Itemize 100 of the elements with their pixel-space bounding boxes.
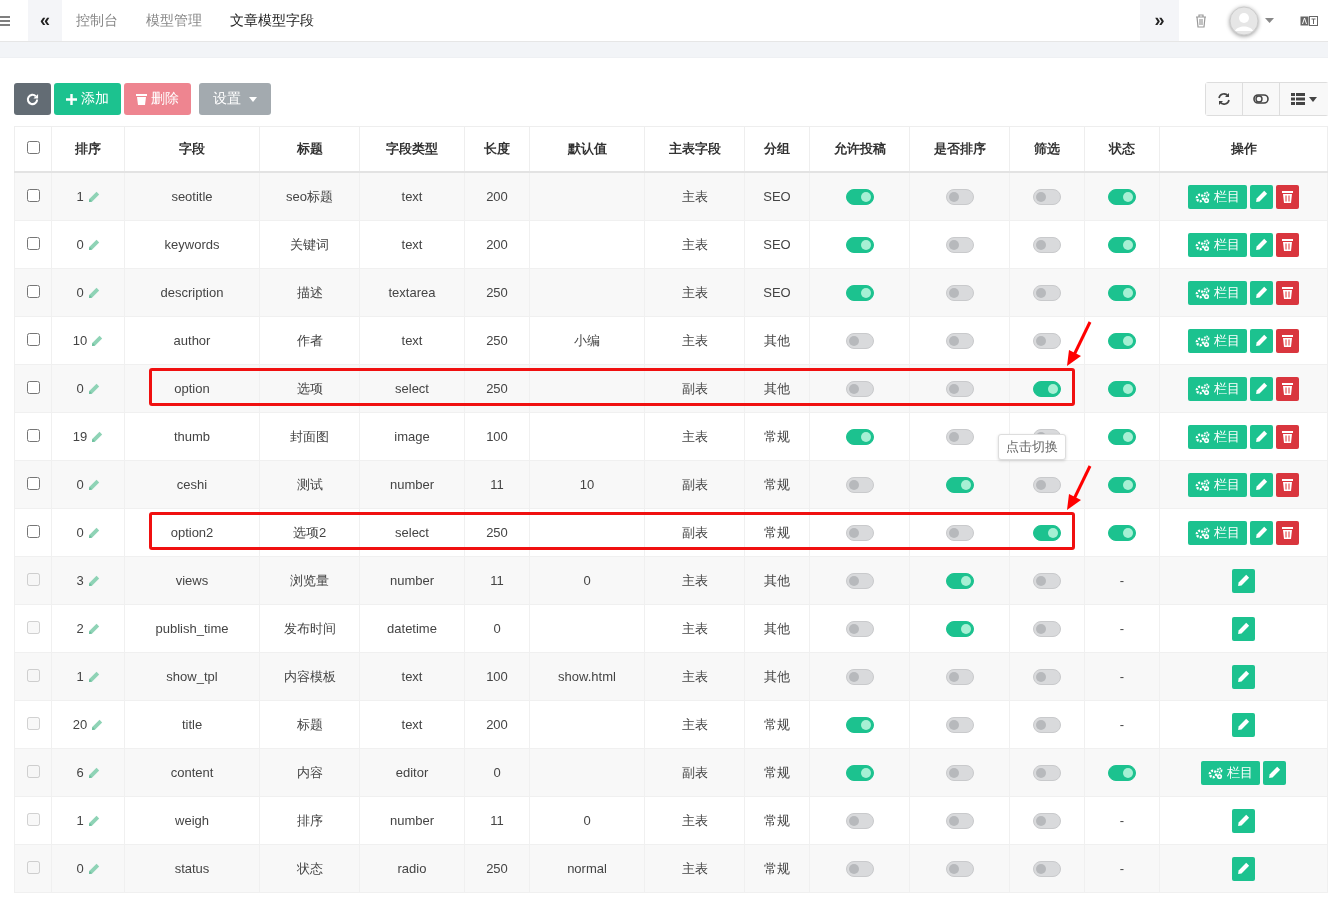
toggle-switch[interactable] bbox=[1033, 380, 1061, 397]
toggle-switch[interactable] bbox=[945, 428, 974, 445]
refresh-button[interactable] bbox=[1206, 83, 1243, 115]
expand-button[interactable]: » bbox=[1140, 0, 1179, 41]
columns-button[interactable] bbox=[1280, 83, 1328, 115]
columns-button[interactable]: 栏目 bbox=[1188, 280, 1247, 305]
columns-button[interactable]: 栏目 bbox=[1188, 328, 1247, 353]
delete-button[interactable] bbox=[1276, 520, 1299, 545]
toggle-switch[interactable] bbox=[1108, 428, 1136, 445]
pencil-icon[interactable] bbox=[87, 478, 100, 491]
translate-icon[interactable] bbox=[1300, 15, 1318, 26]
pencil-icon[interactable] bbox=[87, 286, 100, 299]
toggle-switch[interactable] bbox=[1033, 236, 1061, 253]
collapse-button[interactable]: « bbox=[28, 0, 62, 41]
delete-button[interactable] bbox=[1276, 328, 1299, 353]
select-all-checkbox[interactable] bbox=[26, 141, 40, 154]
edit-button[interactable] bbox=[1232, 616, 1255, 641]
add-button[interactable]: 添加 bbox=[54, 83, 121, 115]
edit-button[interactable] bbox=[1250, 280, 1273, 305]
row-checkbox[interactable] bbox=[26, 380, 40, 394]
delete-button[interactable] bbox=[1276, 424, 1299, 449]
pencil-icon[interactable] bbox=[87, 622, 100, 635]
pencil-icon[interactable] bbox=[91, 430, 104, 443]
delete-button[interactable] bbox=[1276, 184, 1299, 209]
pencil-icon[interactable] bbox=[91, 334, 104, 347]
toggle-switch[interactable] bbox=[945, 284, 974, 301]
toggle-switch[interactable] bbox=[1033, 188, 1061, 205]
toggle-switch[interactable] bbox=[845, 236, 874, 253]
nav-tab[interactable]: 模型管理 bbox=[132, 0, 216, 41]
columns-button[interactable]: 栏目 bbox=[1188, 424, 1247, 449]
edit-button[interactable] bbox=[1250, 472, 1273, 497]
row-checkbox[interactable] bbox=[26, 524, 40, 538]
toggle-switch[interactable] bbox=[1108, 380, 1136, 397]
toggle-switch[interactable] bbox=[945, 236, 974, 253]
toggle-switch[interactable] bbox=[845, 476, 874, 493]
settings-button[interactable]: 设置 bbox=[199, 83, 271, 115]
pencil-icon[interactable] bbox=[87, 814, 100, 827]
edit-button[interactable] bbox=[1232, 712, 1255, 737]
edit-button[interactable] bbox=[1232, 568, 1255, 593]
row-checkbox[interactable] bbox=[26, 476, 40, 490]
columns-button[interactable]: 栏目 bbox=[1188, 376, 1247, 401]
toggle-switch[interactable] bbox=[945, 476, 974, 493]
pencil-icon[interactable] bbox=[87, 526, 100, 539]
edit-button[interactable] bbox=[1263, 760, 1286, 785]
toggle-switch[interactable] bbox=[1033, 524, 1061, 541]
toggle-view-button[interactable] bbox=[1243, 83, 1280, 115]
toggle-switch[interactable] bbox=[1033, 476, 1061, 493]
toggle-switch[interactable] bbox=[1033, 284, 1061, 301]
edit-button[interactable] bbox=[1232, 808, 1255, 833]
delete-button[interactable] bbox=[1276, 376, 1299, 401]
columns-button[interactable]: 栏目 bbox=[1188, 232, 1247, 257]
row-checkbox[interactable] bbox=[26, 188, 40, 202]
pencil-icon[interactable] bbox=[87, 862, 100, 875]
refresh-button[interactable] bbox=[14, 83, 51, 115]
nav-tab[interactable]: 文章模型字段 bbox=[216, 0, 328, 41]
delete-button[interactable] bbox=[1276, 280, 1299, 305]
row-checkbox[interactable] bbox=[26, 428, 40, 442]
toggle-switch[interactable] bbox=[845, 524, 874, 541]
pencil-icon[interactable] bbox=[87, 382, 100, 395]
edit-button[interactable] bbox=[1250, 184, 1273, 209]
edit-button[interactable] bbox=[1250, 376, 1273, 401]
toggle-switch[interactable] bbox=[945, 332, 974, 349]
pencil-icon[interactable] bbox=[87, 670, 100, 683]
row-checkbox[interactable] bbox=[26, 284, 40, 298]
toggle-switch[interactable] bbox=[1108, 476, 1136, 493]
columns-button[interactable]: 栏目 bbox=[1188, 184, 1247, 209]
nav-tab[interactable]: 控制台 bbox=[62, 0, 132, 41]
edit-button[interactable] bbox=[1232, 664, 1255, 689]
toggle-switch[interactable] bbox=[1108, 188, 1136, 205]
edit-button[interactable] bbox=[1250, 232, 1273, 257]
pencil-icon[interactable] bbox=[87, 574, 100, 587]
toggle-switch[interactable] bbox=[845, 284, 874, 301]
toggle-switch[interactable] bbox=[845, 380, 874, 397]
delete-button[interactable] bbox=[1276, 472, 1299, 497]
pencil-icon[interactable] bbox=[87, 190, 100, 203]
toggle-switch[interactable] bbox=[845, 332, 874, 349]
toggle-switch[interactable] bbox=[1108, 524, 1136, 541]
row-checkbox[interactable] bbox=[26, 332, 40, 346]
toggle-switch[interactable] bbox=[1108, 284, 1136, 301]
pencil-icon[interactable] bbox=[87, 766, 100, 779]
trash-icon[interactable] bbox=[1195, 13, 1207, 28]
pencil-icon[interactable] bbox=[87, 238, 100, 251]
toggle-switch[interactable] bbox=[945, 524, 974, 541]
row-checkbox[interactable] bbox=[26, 236, 40, 250]
edit-button[interactable] bbox=[1232, 856, 1255, 881]
avatar-icon[interactable] bbox=[1229, 5, 1259, 36]
edit-button[interactable] bbox=[1250, 424, 1273, 449]
columns-button[interactable]: 栏目 bbox=[1188, 520, 1247, 545]
menu-icon[interactable] bbox=[0, 14, 10, 27]
toggle-switch[interactable] bbox=[945, 380, 974, 397]
toggle-switch[interactable] bbox=[1108, 332, 1136, 349]
toggle-switch[interactable] bbox=[1108, 236, 1136, 253]
columns-button[interactable]: 栏目 bbox=[1188, 472, 1247, 497]
toggle-switch[interactable] bbox=[1033, 332, 1061, 349]
delete-button[interactable] bbox=[1276, 232, 1299, 257]
toggle-switch[interactable] bbox=[845, 188, 874, 205]
edit-button[interactable] bbox=[1250, 520, 1273, 545]
pencil-icon[interactable] bbox=[91, 718, 104, 731]
toggle-switch[interactable] bbox=[845, 428, 874, 445]
edit-button[interactable] bbox=[1250, 328, 1273, 353]
